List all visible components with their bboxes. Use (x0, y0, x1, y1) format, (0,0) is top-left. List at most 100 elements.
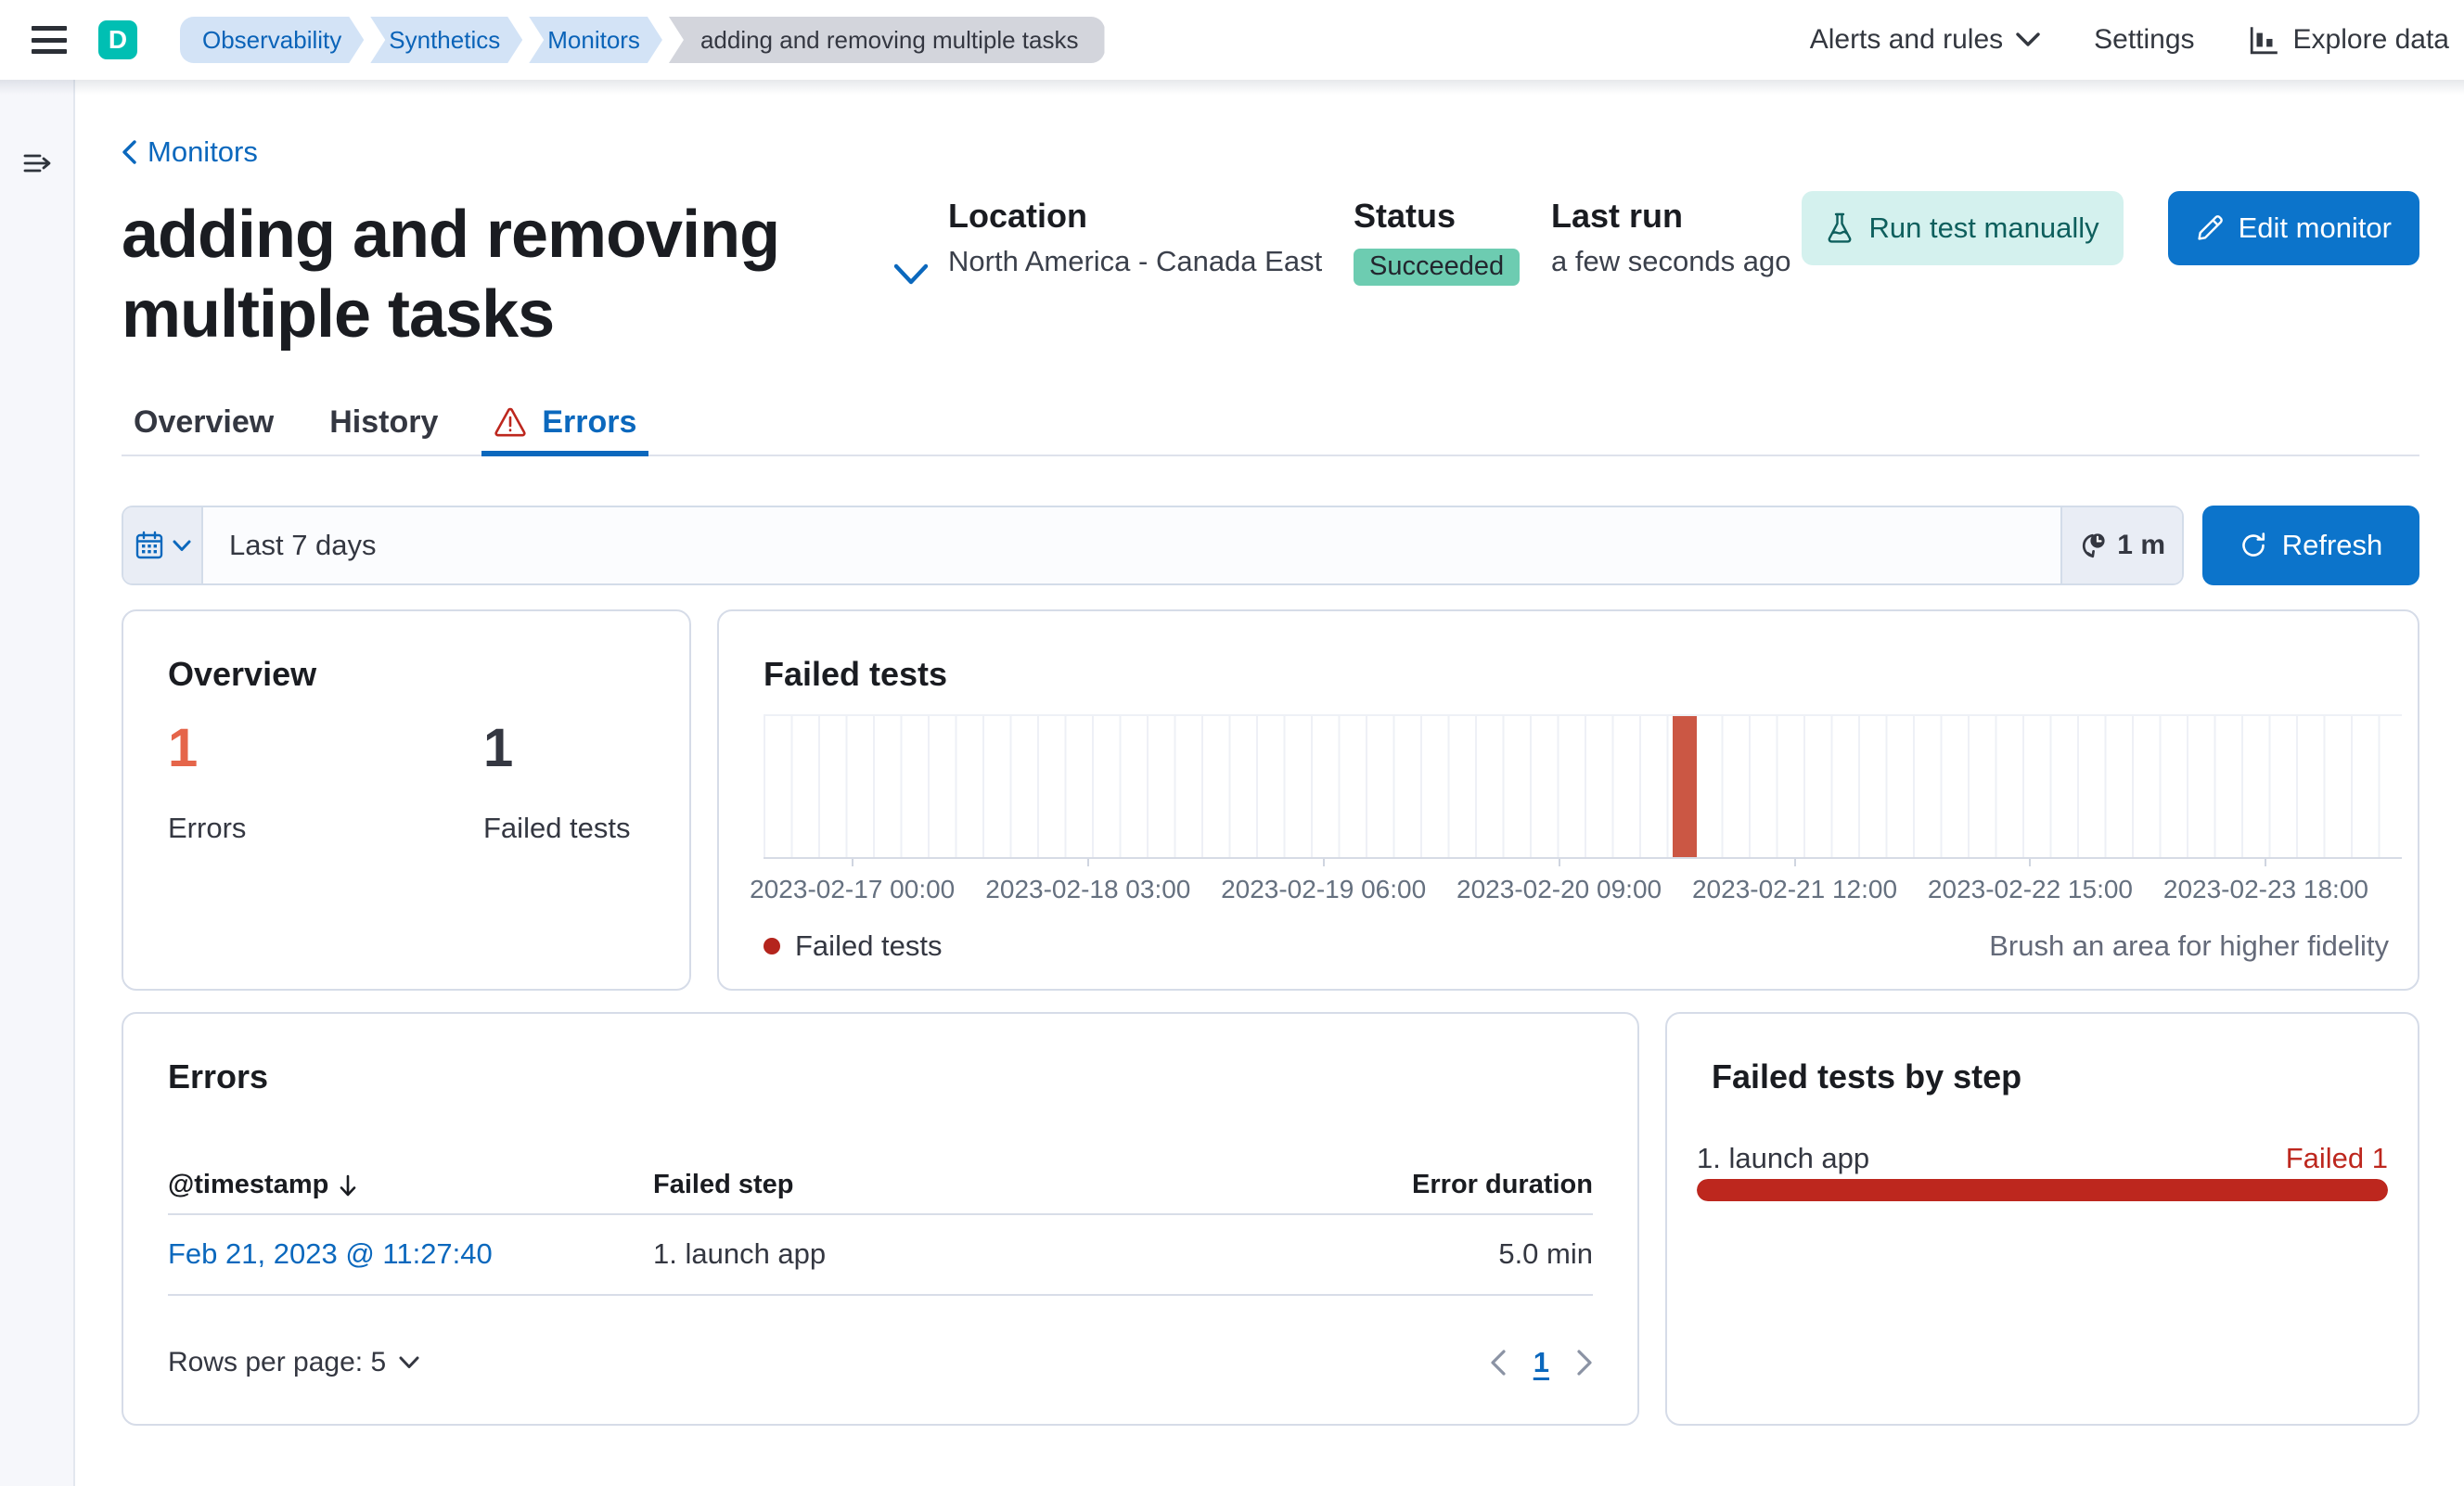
breadcrumb-current: adding and removing multiple tasks (668, 17, 1105, 63)
chart-plot-area[interactable] (764, 714, 2402, 859)
error-timestamp-link[interactable]: Feb 21, 2023 @ 11:27:40 (168, 1237, 493, 1270)
errors-table-header: @timestamp Failed step Error duration (168, 1170, 1593, 1215)
column-header-failed-step[interactable]: Failed step (653, 1170, 1296, 1200)
settings-label: Settings (2094, 24, 2195, 55)
failed-tests-panel: Failed tests 2023-02-17 00:00 2023-02-18 … (717, 609, 2419, 991)
bystep-progress-track (1697, 1179, 2388, 1201)
tab-errors-label: Errors (542, 404, 637, 440)
page-number-1[interactable]: 1 (1534, 1346, 1549, 1379)
overview-panel-title: Overview (168, 655, 317, 693)
chevron-down-icon (2016, 32, 2040, 46)
explore-data-icon (2250, 27, 2278, 55)
refresh-label: Refresh (2281, 529, 2383, 561)
meta-last-run: Last run a few seconds ago (1551, 195, 1792, 278)
rows-per-page-label: Rows per page: 5 (168, 1347, 387, 1377)
cell-timestamp: Feb 21, 2023 @ 11:27:40 (168, 1237, 653, 1271)
edit-monitor-label: Edit monitor (2238, 211, 2392, 244)
settings-link[interactable]: Settings (2094, 24, 2194, 56)
date-range-value[interactable]: Last 7 days (203, 507, 2060, 583)
bystep-progress-fill (1697, 1179, 2388, 1201)
sort-down-icon (340, 1174, 356, 1196)
table-footer: Rows per page: 5 1 (168, 1346, 1593, 1379)
meta-status: Status Succeeded (1354, 195, 1551, 286)
stat-errors: 1 Errors (168, 720, 483, 845)
refresh-interval-button[interactable]: 1 m (2060, 507, 2182, 583)
breadcrumb-synthetics[interactable]: Synthetics (370, 17, 522, 63)
tab-bar: Overview History Errors (122, 406, 2419, 456)
chart-legend[interactable]: Failed tests (764, 929, 943, 963)
menu-icon[interactable] (32, 26, 67, 54)
error-duration: 5.0 min (1498, 1237, 1593, 1270)
location-label: Location (948, 197, 1087, 235)
run-test-label: Run test manually (1868, 211, 2099, 244)
errors-table: @timestamp Failed step Error duration Fe… (168, 1170, 1593, 1296)
chevron-left-icon (122, 140, 136, 164)
beaker-icon (1829, 212, 1852, 243)
meta-location: Location North America - Canada East (948, 195, 1354, 278)
pagination: 1 (1490, 1346, 1593, 1379)
chevron-left-icon (1491, 1350, 1506, 1376)
rows-per-page-selector[interactable]: Rows per page: 5 (168, 1347, 419, 1378)
failed-test-bar[interactable] (1672, 716, 1697, 857)
pencil-icon (2197, 215, 2223, 240)
refresh-icon (2241, 532, 2265, 557)
refresh-button[interactable]: Refresh (2202, 506, 2419, 585)
header-actions: Run test manually Edit monitor (1802, 191, 2419, 265)
error-duration-header-label: Error duration (1412, 1170, 1593, 1199)
column-header-timestamp[interactable]: @timestamp (168, 1170, 653, 1200)
title-chevron-down-icon[interactable] (893, 263, 929, 286)
alerts-and-rules-menu[interactable]: Alerts and rules (1810, 24, 2040, 56)
tab-overview[interactable]: Overview (122, 406, 286, 456)
axis-tick-label: 2023-02-23 18:00 (2162, 875, 2368, 903)
bystep-item: 1. launch app Failed 1 (1697, 1142, 2388, 1201)
next-page-button[interactable] (1577, 1350, 1593, 1376)
failed-tests-chart[interactable]: 2023-02-17 00:00 2023-02-18 03:00 2023-02-… (750, 714, 2402, 907)
page-title: adding and removing multiple tasks (122, 198, 780, 352)
chevron-down-icon (399, 1356, 419, 1368)
axis-tick-label: 2023-02-22 15:00 (1927, 875, 2134, 903)
main-content: Monitors adding and removing multiple ta… (77, 80, 2464, 1486)
tab-errors[interactable]: Errors (481, 404, 649, 456)
stat-failed-tests-value: 1 (483, 718, 514, 778)
status-badge: Succeeded (1354, 249, 1521, 286)
run-test-manually-button[interactable]: Run test manually (1802, 191, 2124, 265)
edit-monitor-button[interactable]: Edit monitor (2167, 191, 2419, 265)
axis-tick (2265, 859, 2267, 866)
overview-stats: 1 Errors 1 Failed tests (168, 720, 645, 845)
previous-page-button[interactable] (1490, 1350, 1506, 1376)
status-label: Status (1354, 197, 1457, 235)
timestamp-header-label: @timestamp (168, 1170, 329, 1199)
alerts-and-rules-label: Alerts and rules (1809, 24, 2004, 55)
panels-row-2: Errors @timestamp Failed step Error dura… (122, 1012, 2419, 1426)
chart-footer: Failed tests Brush an area for higher fi… (764, 929, 2389, 963)
explore-data-label: Explore data (2292, 24, 2449, 55)
chevron-right-icon (1577, 1350, 1592, 1376)
axis-tick-label: 2023-02-19 06:00 (1221, 875, 1427, 903)
expand-sidebar-icon[interactable] (22, 148, 52, 178)
chart-brush-note: Brush an area for higher fidelity (1989, 929, 2389, 962)
refresh-interval-value: 1 m (2117, 530, 2165, 560)
axis-tick (1086, 859, 1089, 866)
breadcrumb-monitors[interactable]: Monitors (529, 17, 662, 63)
axis-tick-label: 2023-02-17 00:00 (750, 875, 956, 903)
back-to-monitors-link[interactable]: Monitors (122, 135, 258, 169)
error-failed-step: 1. launch app (653, 1237, 827, 1270)
bystep-step-label: 1. launch app (1697, 1142, 1870, 1174)
axis-tick (1322, 859, 1325, 866)
axis-tick-label: 2023-02-21 12:00 (1691, 875, 1898, 903)
legend-label: Failed tests (795, 929, 943, 962)
legend-dot-icon (764, 938, 780, 954)
date-quick-select-button[interactable] (123, 507, 203, 583)
location-value: North America - Canada East (948, 245, 1323, 277)
overview-panel: Overview 1 Errors 1 Failed tests (122, 609, 691, 991)
failed-tests-panel-title: Failed tests (764, 655, 948, 693)
timer-refresh-icon (2083, 533, 2105, 558)
breadcrumb-observability[interactable]: Observability (180, 17, 364, 63)
failed-step-header-label: Failed step (653, 1170, 794, 1199)
avatar[interactable]: D (98, 20, 137, 59)
explore-data-link[interactable]: Explore data (2249, 24, 2449, 56)
tab-history[interactable]: History (317, 406, 450, 456)
stat-errors-value: 1 (168, 718, 199, 778)
errors-panel-title: Errors (168, 1057, 269, 1095)
column-header-error-duration[interactable]: Error duration (1296, 1170, 1593, 1200)
